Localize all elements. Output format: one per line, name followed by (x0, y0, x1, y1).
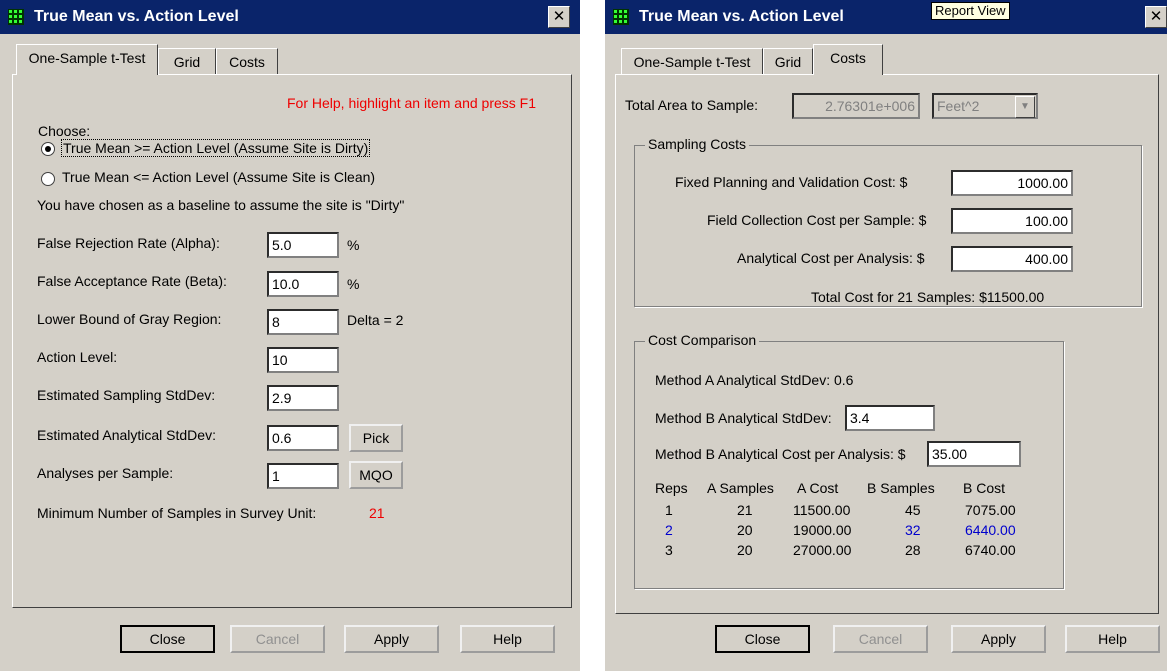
tab-costs[interactable]: Costs (216, 48, 278, 75)
tab-one-sample-t-test[interactable]: One-Sample t-Test (621, 48, 763, 75)
close-icon[interactable]: ✕ (1145, 6, 1167, 28)
area-unit-value: Feet^2 (937, 98, 980, 114)
radio-clean[interactable] (41, 172, 55, 186)
beta-percent: % (347, 276, 360, 292)
pick-button[interactable]: Pick (349, 424, 403, 452)
radio-clean-label[interactable]: True Mean <= Action Level (Assume Site i… (62, 169, 375, 185)
tab-panel: Total Area to Sample: 2.76301e+006 Feet^… (615, 74, 1159, 614)
total-cost-label: Total Cost for 21 Samples: $11500.00 (811, 289, 1045, 305)
tab-costs[interactable]: Costs (813, 44, 883, 75)
table-cell: 7075.00 (965, 502, 1016, 518)
apply-button[interactable]: Apply (951, 625, 1046, 653)
table-cell: 2 (665, 522, 673, 538)
cancel-button[interactable]: Cancel (833, 625, 928, 653)
close-button[interactable]: Close (715, 625, 810, 653)
delta-label: Delta = 2 (347, 312, 404, 328)
window-title: True Mean vs. Action Level (639, 8, 844, 25)
table-header: B Cost (963, 480, 1006, 496)
beta-input[interactable]: 10.0 (267, 271, 339, 297)
cancel-button[interactable]: Cancel (230, 625, 325, 653)
title-bar: True Mean vs. Action Level ✕ (0, 0, 580, 34)
method-b-cost-label: Method B Analytical Cost per Analysis: $ (655, 446, 906, 462)
action-level-input[interactable]: 10 (267, 347, 339, 373)
analytical-cost-label: Analytical Cost per Analysis: $ (737, 250, 925, 266)
chevron-down-icon: ▼ (1015, 96, 1035, 118)
analytical-cost-input[interactable]: 400.00 (951, 246, 1073, 272)
method-b-cost-input[interactable]: 35.00 (927, 441, 1021, 467)
tab-one-sample-t-test[interactable]: One-Sample t-Test (16, 44, 158, 75)
apply-button[interactable]: Apply (344, 625, 439, 653)
help-button[interactable]: Help (1065, 625, 1160, 653)
help-hint: For Help, highlight an item and press F1 (287, 95, 537, 111)
table-cell: 6440.00 (965, 522, 1016, 538)
table-cell: 45 (905, 502, 921, 518)
ttest-dialog: True Mean vs. Action Level ✕ One-Sample … (0, 0, 580, 671)
min-samples-value: 21 (369, 505, 385, 521)
area-label: Total Area to Sample: (625, 97, 759, 113)
radio-dirty[interactable] (41, 142, 55, 156)
fixed-cost-input[interactable]: 1000.00 (951, 170, 1073, 196)
close-button[interactable]: Close (120, 625, 215, 653)
table-cell: 21 (737, 502, 753, 518)
table-cell: 3 (665, 542, 673, 558)
sampling-costs-title: Sampling Costs (645, 136, 750, 152)
costs-dialog: True Mean vs. Action Level ✕ Report View… (605, 0, 1167, 671)
table-cell: 20 (737, 542, 753, 558)
cost-comparison-title: Cost Comparison (645, 332, 760, 348)
method-b-stddev-label: Method B Analytical StdDev: (655, 410, 832, 426)
choose-label: Choose: (38, 123, 91, 139)
lbgr-label: Lower Bound of Gray Region: (37, 311, 222, 327)
report-view-tooltip: Report View (931, 2, 1010, 20)
alpha-label: False Rejection Rate (Alpha): (37, 235, 220, 251)
fixed-cost-label: Fixed Planning and Validation Cost: $ (675, 174, 908, 190)
field-cost-input[interactable]: 100.00 (951, 208, 1073, 234)
sampling-stddev-input[interactable]: 2.9 (267, 385, 339, 411)
analyses-per-sample-label: Analyses per Sample: (37, 465, 174, 481)
tab-grid[interactable]: Grid (158, 48, 216, 75)
field-cost-label: Field Collection Cost per Sample: $ (707, 212, 927, 228)
sampling-costs-group: Sampling Costs Fixed Planning and Valida… (634, 136, 1142, 307)
baseline-note: You have chosen as a baseline to assume … (37, 197, 405, 213)
table-cell: 32 (905, 522, 921, 538)
app-grid-icon (8, 9, 24, 25)
tab-grid[interactable]: Grid (763, 48, 813, 75)
min-samples-label: Minimum Number of Samples in Survey Unit… (37, 505, 317, 521)
app-grid-icon (613, 9, 629, 25)
table-cell: 6740.00 (965, 542, 1016, 558)
window-title: True Mean vs. Action Level (34, 8, 239, 25)
alpha-percent: % (347, 237, 360, 253)
close-icon[interactable]: ✕ (548, 6, 570, 28)
title-bar: True Mean vs. Action Level ✕ (605, 0, 1167, 34)
action-level-label: Action Level: (37, 349, 118, 365)
radio-dot (45, 146, 51, 152)
table-header: B Samples (867, 480, 935, 496)
area-input: 2.76301e+006 (792, 93, 920, 119)
lbgr-input[interactable]: 8 (267, 309, 339, 335)
analytical-stddev-input[interactable]: 0.6 (267, 425, 339, 451)
table-cell: 11500.00 (793, 502, 851, 518)
analytical-stddev-label: Estimated Analytical StdDev: (37, 427, 216, 443)
method-a-stddev-label: Method A Analytical StdDev: 0.6 (655, 372, 854, 388)
table-cell: 27000.00 (793, 542, 852, 558)
table-header: Reps (655, 480, 688, 496)
table-cell: 28 (905, 542, 921, 558)
table-header: A Cost (797, 480, 839, 496)
help-button[interactable]: Help (460, 625, 555, 653)
area-unit-select: Feet^2 ▼ (932, 93, 1038, 119)
alpha-input[interactable]: 5.0 (267, 232, 339, 258)
cost-comparison-group: Cost Comparison Method A Analytical StdD… (634, 332, 1064, 589)
tab-panel: For Help, highlight an item and press F1… (12, 74, 572, 608)
radio-dirty-label[interactable]: True Mean >= Action Level (Assume Site i… (61, 139, 371, 157)
analyses-per-sample-input[interactable]: 1 (267, 463, 339, 489)
table-cell: 19000.00 (793, 522, 852, 538)
table-cell: 1 (665, 502, 673, 518)
table-cell: 20 (737, 522, 753, 538)
table-header: A Samples (707, 480, 774, 496)
beta-label: False Acceptance Rate (Beta): (37, 273, 227, 289)
mqo-button[interactable]: MQO (349, 461, 403, 489)
method-b-stddev-input[interactable]: 3.4 (845, 405, 935, 431)
sampling-stddev-label: Estimated Sampling StdDev: (37, 387, 216, 403)
